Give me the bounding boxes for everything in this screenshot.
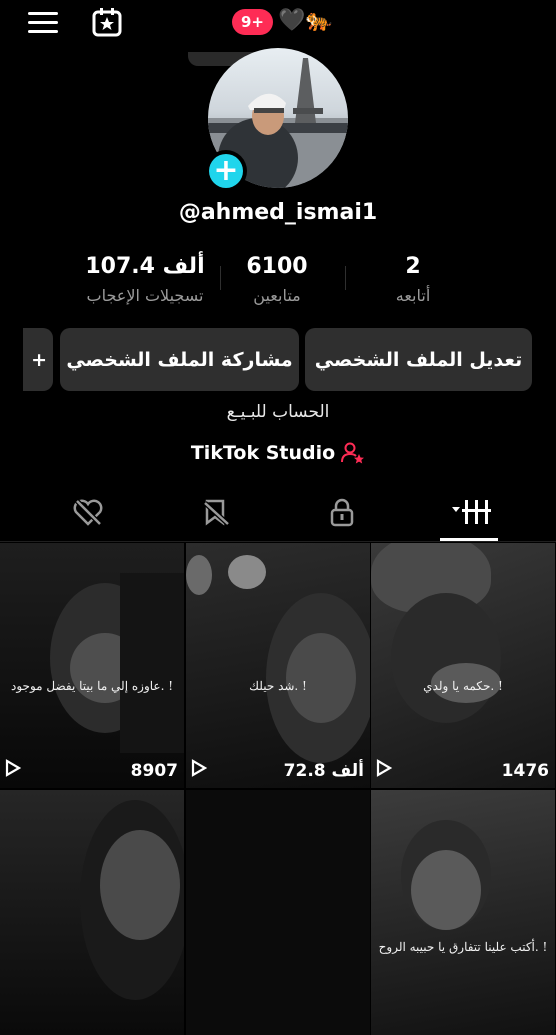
username: @ahmed_ismai1 (178, 200, 378, 225)
tiger-icon: 🐅 (305, 8, 333, 33)
add-avatar-button[interactable]: + (205, 150, 247, 192)
stat-followers-label: متابعين (253, 286, 301, 305)
video-caption: عاوزه إلي ما بيتا يفضل موجود. ! (10, 679, 174, 693)
add-friend-button[interactable]: + (23, 328, 53, 391)
stat-following-value: 2 (405, 254, 421, 279)
video-thumbnail[interactable]: عاوزه إلي ما بيتا يفضل موجود. ! 8907 (0, 543, 184, 788)
play-icon (5, 759, 22, 782)
view-count: 72.8 ألف (283, 760, 364, 781)
plus-icon: + (209, 154, 243, 188)
tiktok-studio-link[interactable]: TikTok Studio (0, 442, 556, 464)
stat-likes-value: 107.4 ألف (85, 254, 205, 279)
tiktok-studio-label: TikTok Studio (190, 442, 336, 464)
video-caption: شد حيلك. ! (249, 679, 307, 693)
video-caption: حكمه يا ولدي. ! (423, 679, 503, 693)
stat-divider (220, 266, 221, 290)
video-thumbnail[interactable]: أكتب علينا تتفارق يا حبيبه الروح. ! (371, 790, 555, 1035)
video-caption: أكتب علينا تتفارق يا حبيبه الروح. ! (378, 940, 548, 954)
bio-text: الحساب للبـيـع (226, 402, 330, 422)
video-views: 72.8 ألف (191, 759, 364, 782)
video-thumbnail[interactable] (0, 790, 184, 1035)
edit-profile-button[interactable]: تعديل الملف الشخصي (305, 328, 532, 391)
grid-icon (452, 500, 491, 524)
play-icon (191, 759, 208, 782)
bookmark-hidden-icon (203, 499, 230, 526)
tab-videos[interactable] (440, 495, 500, 529)
tab-reposts[interactable] (186, 495, 246, 529)
play-icon (376, 759, 393, 782)
tab-private[interactable] (312, 495, 372, 529)
tab-liked[interactable] (58, 495, 118, 529)
video-views: 1476 (376, 759, 549, 782)
view-count: 8907 (130, 760, 178, 781)
lock-icon (330, 498, 354, 527)
black-heart-icon: 🖤 (278, 8, 306, 33)
calendar-star-icon[interactable] (91, 6, 123, 38)
tab-divider (0, 541, 556, 542)
stat-likes-label: تسجيلات الإعجاب (86, 286, 204, 305)
video-views: 8907 (5, 759, 178, 782)
menu-icon[interactable] (28, 10, 58, 36)
stat-likes[interactable]: 107.4 ألف تسجيلات الإعجاب (70, 252, 220, 305)
share-profile-button[interactable]: مشاركة الملف الشخصي (60, 328, 299, 391)
notification-badge[interactable]: 9+ (232, 9, 274, 35)
stat-followers[interactable]: 6100 متابعين (202, 252, 352, 305)
stat-followers-value: 6100 (246, 254, 308, 279)
stat-following-label: أتابعه (395, 286, 431, 305)
video-thumbnail[interactable]: شد حيلك. ! 72.8 ألف (186, 543, 370, 788)
person-star-icon (341, 442, 365, 464)
add-friend-icon: + (31, 348, 47, 371)
stat-following[interactable]: 2 أتابعه (338, 252, 488, 305)
view-count: 1476 (501, 760, 549, 781)
video-thumbnail[interactable]: حكمه يا ولدي. ! 1476 (371, 543, 555, 788)
heart-hidden-icon (73, 499, 103, 526)
video-thumbnail[interactable] (186, 790, 370, 1035)
